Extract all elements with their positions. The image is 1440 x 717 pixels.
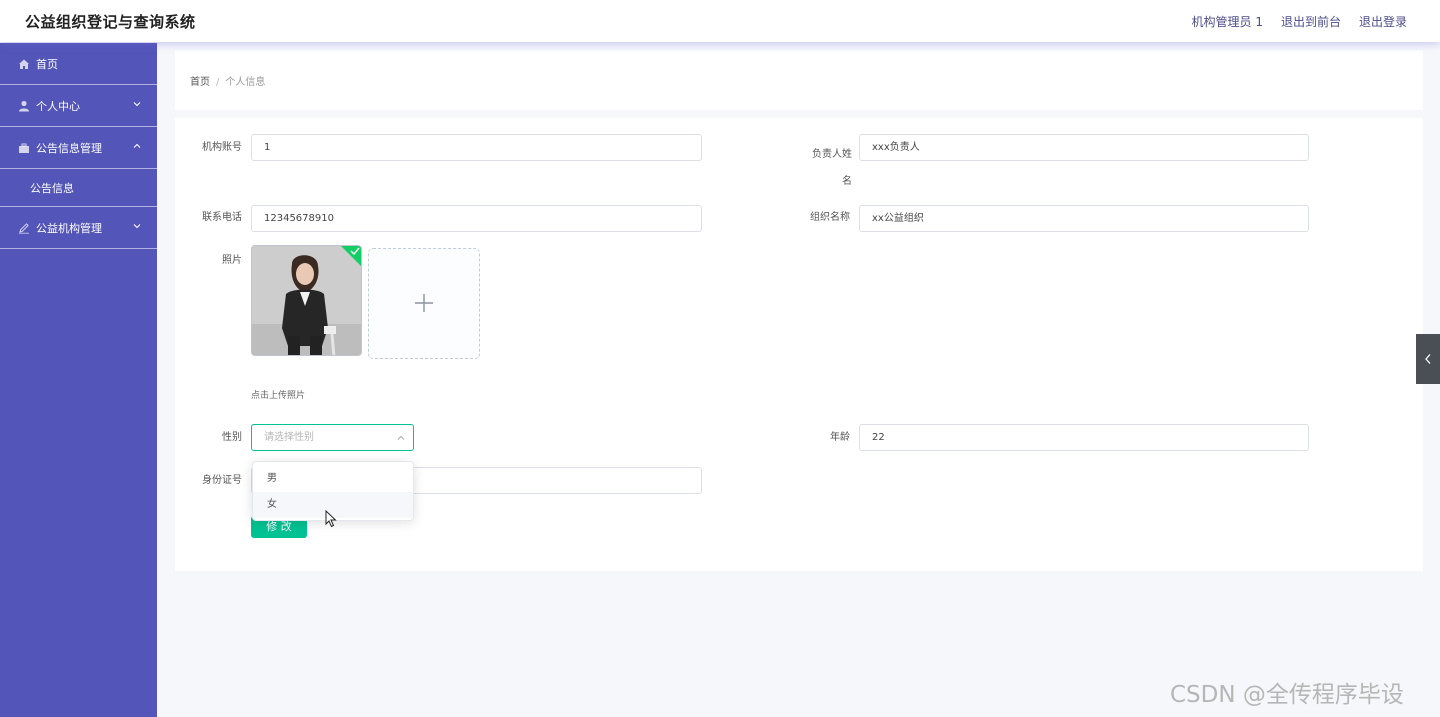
org-name-label: 组织名称 (810, 212, 850, 223)
sidebar-item-org-management[interactable]: 公益机构管理 (0, 207, 157, 249)
watermark: CSDN @全传程序毕设 (1170, 682, 1404, 708)
sidebar: 首页 个人中心 公告信息管理 公告信息 公益机构管理 (0, 43, 157, 717)
breadcrumb: 首页 / 个人信息 (190, 73, 265, 88)
gender-select[interactable]: 请选择性别 (251, 424, 414, 451)
manager-input[interactable]: xxx负责人 (859, 134, 1309, 161)
photo-label: 照片 (222, 255, 242, 266)
manager-label-text: 负责人姓名 (812, 149, 852, 187)
mouse-cursor-icon (325, 510, 337, 528)
sidebar-item-label: 公益机构管理 (36, 221, 102, 235)
gender-placeholder: 请选择性别 (264, 432, 314, 443)
age-label: 年龄 (830, 432, 850, 443)
breadcrumb-separator: / (216, 77, 220, 88)
sidebar-item-personal-center[interactable]: 个人中心 (0, 85, 157, 127)
plus-icon (415, 294, 433, 312)
account-label: 机构账号 (202, 142, 242, 153)
sidebar-item-label: 公告信息管理 (36, 141, 102, 155)
gender-label: 性别 (222, 432, 242, 443)
chevron-up-icon (133, 143, 141, 148)
sidebar-item-label: 个人中心 (36, 99, 80, 113)
account-input[interactable]: 1 (251, 134, 702, 161)
top-links: 机构管理员 1 退出到前台 退出登录 (1192, 13, 1407, 30)
breadcrumb-card: 首页 / 个人信息 (175, 50, 1423, 110)
sidebar-subitem-notice-info[interactable]: 公告信息 (0, 169, 157, 207)
top-bar: 公益组织登记与查询系统 机构管理员 1 退出到前台 退出登录 (0, 0, 1440, 42)
phone-label: 联系电话 (202, 212, 242, 223)
admin-user-link[interactable]: 机构管理员 1 (1192, 13, 1263, 30)
manager-label: 负责人姓名 (790, 141, 852, 195)
breadcrumb-home[interactable]: 首页 (190, 77, 210, 88)
chevron-up-icon (397, 435, 405, 440)
age-input[interactable]: 22 (859, 424, 1309, 451)
sidebar-item-label: 公告信息 (30, 181, 74, 195)
app-title: 公益组织登记与查询系统 (25, 13, 196, 31)
back-to-front-link[interactable]: 退出到前台 (1281, 13, 1341, 30)
edit-icon (19, 222, 29, 234)
home-icon (19, 59, 29, 69)
sidebar-item-notice-management[interactable]: 公告信息管理 (0, 127, 157, 169)
sidebar-item-home[interactable]: 首页 (0, 43, 157, 85)
phone-input[interactable]: 12345678910 (251, 205, 702, 232)
logout-link[interactable]: 退出登录 (1359, 13, 1407, 30)
chevron-down-icon (133, 224, 141, 229)
breadcrumb-current: 个人信息 (225, 77, 266, 88)
side-panel-toggle[interactable] (1416, 334, 1440, 384)
user-icon (19, 100, 29, 111)
chevron-down-icon (133, 102, 141, 107)
org-name-input[interactable]: xx公益组织 (859, 205, 1309, 232)
chevron-left-icon (1425, 354, 1431, 364)
gender-option-male[interactable]: 男 (253, 466, 413, 492)
upload-tip: 点击上传照片 (251, 391, 306, 401)
id-number-label: 身份证号 (202, 475, 242, 486)
uploaded-photo[interactable] (251, 245, 362, 356)
sidebar-item-label: 首页 (36, 57, 58, 71)
success-check-icon (341, 246, 361, 266)
upload-add-button[interactable] (368, 248, 480, 359)
briefcase-icon (19, 143, 29, 153)
